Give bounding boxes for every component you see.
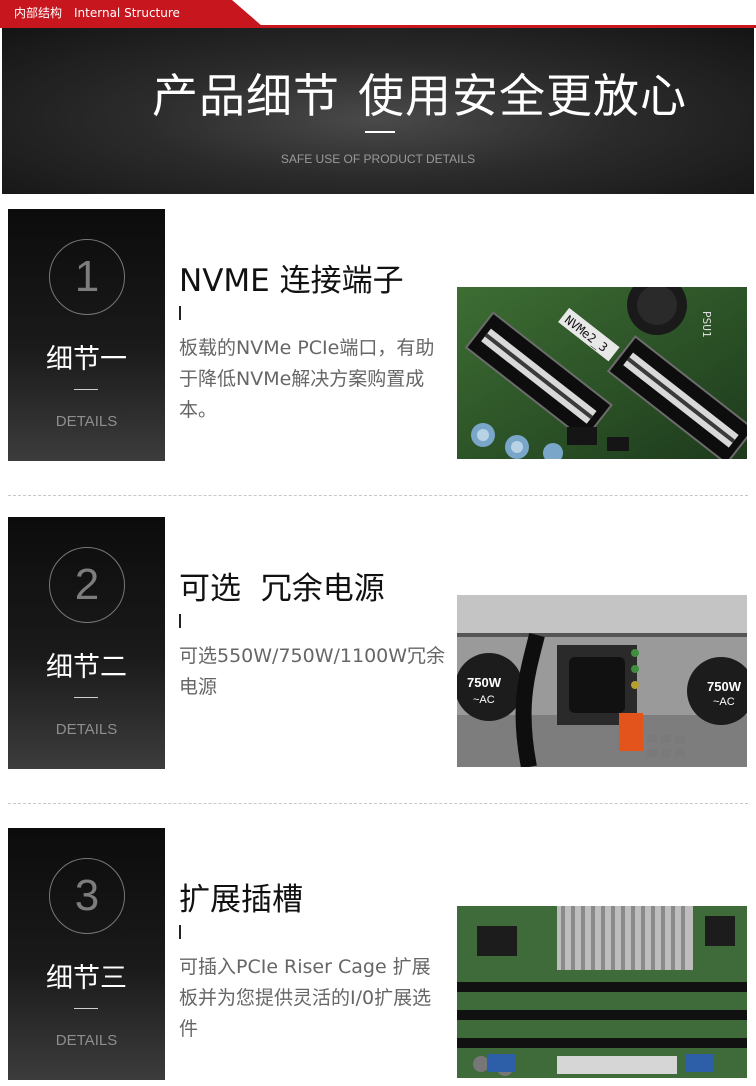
expansion-slot-photo <box>457 906 747 1078</box>
detail-description: 可插入PCIe Riser Cage 扩展板并为您提供灵活的I/0扩展选件 <box>179 956 432 1040</box>
section-divider-1 <box>8 495 748 496</box>
detail-sublabel: DETAILS <box>55 413 118 430</box>
detail-title: NVME 连接端子 <box>179 263 404 299</box>
hero-subtitle: SAFE USE OF PRODUCT DETAILS <box>280 152 476 166</box>
hero-banner: 产品细节 使用安全更放心 SAFE USE OF PRODUCT DETAILS <box>2 28 754 194</box>
psu-right-watt: 750W <box>707 679 742 694</box>
detail-badge: 1 细节一 DETAILS <box>8 209 165 461</box>
detail-description: 可选550W/750W/1100W冗余电源 <box>179 645 446 698</box>
hero-title-part-b: 使用安全更放心 <box>358 69 687 123</box>
detail-label: 细节三 <box>46 963 127 994</box>
detail-number: 3 <box>49 858 125 934</box>
detail-number: 2 <box>49 547 125 623</box>
psu-left-ac: ~AC <box>473 694 495 706</box>
section-header-bar: 内部结构 Internal Structure <box>0 0 756 28</box>
detail-number: 1 <box>49 239 125 315</box>
nvme-connector-illustration: NVMe2_3 PSU1 <box>457 287 747 459</box>
hero-divider <box>365 131 395 133</box>
badge-divider <box>74 697 98 698</box>
detail-block-1: 1 细节一 DETAILS NVME 连接端子 板载的NVMe PCIe端口，有… <box>0 209 756 461</box>
power-supply-illustration: 750W ~AC 750W ~AC <box>457 595 747 767</box>
badge-divider <box>74 1008 98 1009</box>
psu-label-text: PSU1 <box>700 311 713 338</box>
detail-badge: 3 细节三 DETAILS <box>8 828 165 1080</box>
section-divider-2 <box>8 803 748 804</box>
hero-title: 产品细节 使用安全更放心 <box>152 60 687 126</box>
detail-block-3: 3 细节三 DETAILS 扩展插槽 可插入PCIe Riser Cage 扩展… <box>0 828 756 1080</box>
detail-title: 可选 冗余电源 <box>179 571 385 607</box>
expansion-slot-illustration <box>457 906 747 1078</box>
psu-right-ac: ~AC <box>713 696 735 708</box>
detail-block-2: 2 细节二 DETAILS 可选 冗余电源 可选550W/750W/1100W冗… <box>0 517 756 769</box>
section-tag: 内部结构 Internal Structure <box>0 0 262 26</box>
detail-description: 板载的NVMe PCIe端口，有助于降低NVMe解决方案购置成本。 <box>179 337 435 421</box>
detail-bar-mark <box>179 614 181 628</box>
detail-sublabel: DETAILS <box>55 721 118 738</box>
psu-left-watt: 750W <box>467 675 502 690</box>
detail-badge: 2 细节二 DETAILS <box>8 517 165 769</box>
detail-bar-mark <box>179 925 181 939</box>
section-tag-en: Internal Structure <box>74 6 180 20</box>
detail-title: 扩展插槽 <box>179 882 303 918</box>
nvme-connector-photo: NVMe2_3 PSU1 <box>457 287 747 459</box>
detail-sublabel: DETAILS <box>55 1032 118 1049</box>
detail-label: 细节一 <box>46 344 127 375</box>
badge-divider <box>74 389 98 390</box>
power-supply-photo: 750W ~AC 750W ~AC <box>457 595 747 767</box>
section-tag-cn: 内部结构 <box>14 6 63 20</box>
detail-bar-mark <box>179 306 181 320</box>
detail-label: 细节二 <box>46 652 127 683</box>
hero-title-part-a: 产品细节 <box>152 69 340 123</box>
